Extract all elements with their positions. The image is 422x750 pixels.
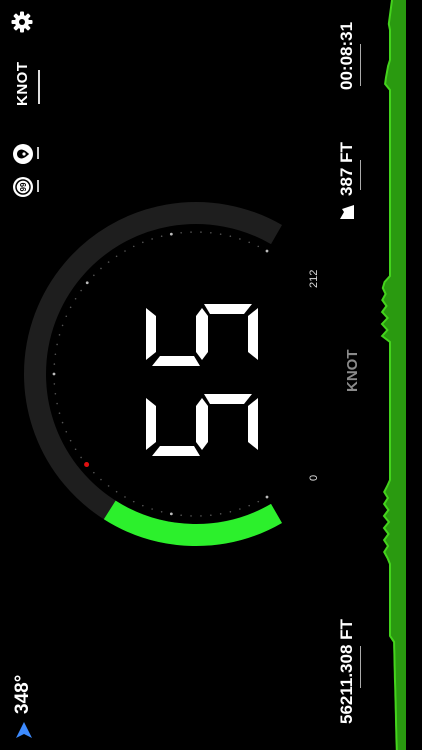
speed-history-graph — [380, 0, 406, 750]
speed-history-fill — [382, 0, 406, 750]
speedometer-screen: KNOT 99 00:08:31 387 FT 56211.308 FT 348… — [0, 0, 422, 750]
